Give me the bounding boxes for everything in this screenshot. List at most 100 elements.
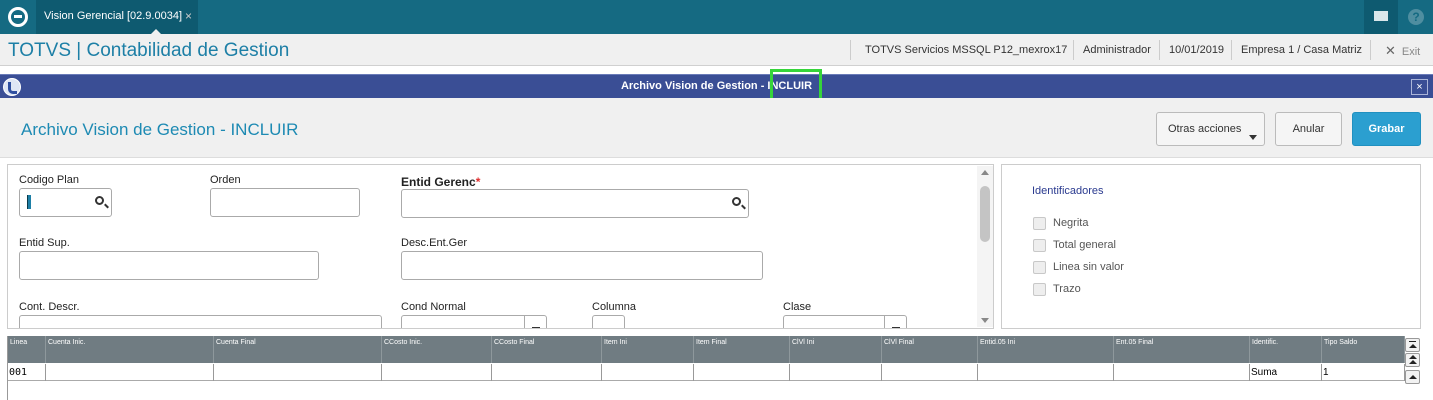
column-header[interactable]: Item Final	[694, 336, 790, 363]
required-mark: *	[475, 175, 481, 189]
dropdown-icon[interactable]	[524, 316, 546, 328]
codigo-plan-input[interactable]	[19, 188, 112, 217]
checkbox-box[interactable]	[1033, 217, 1046, 230]
mail-button[interactable]	[1364, 0, 1398, 34]
grid-header: Linea Cuenta Inic. Cuenta Final CCosto I…	[8, 336, 1405, 363]
columna-stepper[interactable]	[592, 315, 625, 328]
divider	[850, 40, 851, 60]
otras-acciones-label: Otras acciones	[1168, 123, 1242, 135]
table-cell[interactable]	[790, 364, 882, 381]
column-header[interactable]: Tipo Saldo	[1322, 336, 1405, 363]
up-arrow-mark	[1409, 344, 1417, 348]
up-arrow-mark	[1409, 355, 1417, 359]
column-header[interactable]: Linea	[8, 336, 46, 363]
scroll-thumb[interactable]	[980, 186, 990, 242]
table-cell[interactable]: 1	[1322, 364, 1405, 381]
checkbox-box[interactable]	[1033, 239, 1046, 252]
table-cell[interactable]	[978, 364, 1114, 381]
exit-label: Exit	[1401, 46, 1421, 58]
table-cell[interactable]	[46, 364, 214, 381]
table-cell[interactable]: 001	[8, 364, 46, 381]
exit-button[interactable]: ✕ Exit	[1385, 43, 1420, 59]
search-icon[interactable]	[732, 197, 741, 206]
tab-vision-gerencial[interactable]: Vision Gerencial [02.9.0034] ×	[36, 0, 198, 35]
form-scrollbar[interactable]	[977, 166, 993, 327]
table-cell[interactable]	[214, 364, 382, 381]
up-arrow-mark	[1409, 360, 1417, 364]
user-info: Administrador	[1083, 44, 1151, 56]
help-icon: ?	[1408, 9, 1424, 25]
table-cell[interactable]: Suma	[1250, 364, 1322, 381]
grid-scrollbar[interactable]	[1404, 336, 1421, 400]
table-cell[interactable]	[694, 364, 790, 381]
column-header[interactable]: Identific.	[1250, 336, 1322, 363]
entid-sup-input[interactable]	[19, 251, 319, 280]
table-cell[interactable]	[492, 364, 602, 381]
codigo-plan-label: Codigo Plan	[19, 174, 79, 186]
column-header[interactable]: ClVl Ini	[790, 336, 882, 363]
app-header: TOTVS | Contabilidad de Gestion TOTVS Se…	[0, 34, 1433, 66]
column-header[interactable]: CCosto Final	[492, 336, 602, 363]
date-info: 10/01/2019	[1169, 44, 1225, 56]
dialog-title-bar: Archivo Vision de Gestion - INCLUIR ×	[0, 74, 1433, 98]
totvs-logo-icon	[8, 7, 28, 27]
scroll-up-icon[interactable]	[981, 170, 989, 175]
bar-mark	[1409, 341, 1416, 342]
table-cell[interactable]	[1114, 364, 1250, 381]
entid-gerenc-input[interactable]	[401, 189, 749, 218]
divider	[1159, 40, 1160, 60]
column-header[interactable]: CCosto Inic.	[382, 336, 492, 363]
clase-select[interactable]	[783, 315, 907, 328]
grabar-button[interactable]: Grabar	[1352, 112, 1421, 146]
text-cursor	[27, 195, 31, 209]
scroll-down-icon[interactable]	[981, 318, 989, 323]
entid-gerenc-label-text: Entid Gerenc	[401, 175, 476, 189]
columna-label: Columna	[592, 301, 637, 313]
tab-close-icon[interactable]: ×	[185, 9, 192, 23]
table-cell[interactable]	[882, 364, 978, 381]
chevron-down-icon	[1249, 135, 1257, 140]
clase-label: Clase	[783, 301, 812, 313]
dialog-close-icon[interactable]: ×	[1411, 79, 1428, 95]
divider	[1073, 40, 1074, 60]
divider	[1370, 40, 1371, 60]
up-arrow-mark	[1409, 375, 1417, 379]
dropdown-icon[interactable]	[884, 316, 906, 328]
identificadores-title: Identificadores	[1032, 185, 1104, 197]
scroll-up-icon[interactable]	[1405, 370, 1420, 384]
column-header[interactable]: Ent.05 Final	[1114, 336, 1250, 363]
table-row[interactable]: 001 Suma 1	[8, 364, 1405, 381]
identificadores-panel: Identificadores Negrita Total general Li…	[1001, 164, 1421, 329]
column-header[interactable]: Cuenta Inic.	[46, 336, 214, 363]
anular-button[interactable]: Anular	[1275, 112, 1342, 146]
search-icon[interactable]	[95, 196, 104, 205]
column-header[interactable]: Entid.05 Ini	[978, 336, 1114, 363]
tab-label: Vision Gerencial [02.9.0034]	[44, 10, 182, 22]
scroll-top-icon[interactable]	[1405, 338, 1420, 352]
cont-descr-input[interactable]	[19, 315, 382, 328]
desc-ent-ger-label: Desc.Ent.Ger	[401, 237, 468, 249]
column-header[interactable]: Item Ini	[602, 336, 694, 363]
server-info: TOTVS Servicios MSSQL P12_mexrox17	[865, 44, 1068, 56]
form-panel: Codigo Plan Orden Entid Gerenc* Entid Su…	[7, 164, 994, 329]
table-cell[interactable]	[382, 364, 492, 381]
cond-normal-label: Cond Normal	[401, 301, 466, 313]
vision-grid: Linea Cuenta Inic. Cuenta Final CCosto I…	[7, 336, 1405, 400]
checkbox-box[interactable]	[1033, 261, 1046, 274]
checkbox-label: Negrita	[1053, 217, 1089, 229]
otras-acciones-button[interactable]: Otras acciones	[1156, 112, 1265, 146]
table-cell[interactable]	[602, 364, 694, 381]
checkbox-box[interactable]	[1033, 283, 1046, 296]
checkbox-label: Linea sin valor	[1053, 261, 1124, 273]
dialog-header: Archivo Vision de Gestion - INCLUIR Otra…	[0, 98, 1433, 158]
scroll-page-up-icon[interactable]	[1405, 353, 1420, 367]
column-header[interactable]: ClVl Final	[882, 336, 978, 363]
orden-input[interactable]	[210, 188, 360, 217]
app-title: TOTVS | Contabilidad de Gestion	[8, 40, 290, 61]
column-header[interactable]: Cuenta Final	[214, 336, 382, 363]
help-button[interactable]: ?	[1400, 0, 1433, 34]
cond-normal-select[interactable]	[401, 315, 547, 328]
desc-ent-ger-input[interactable]	[401, 251, 763, 280]
entid-gerenc-label: Entid Gerenc*	[401, 175, 480, 189]
checkbox-label: Trazo	[1053, 283, 1081, 295]
